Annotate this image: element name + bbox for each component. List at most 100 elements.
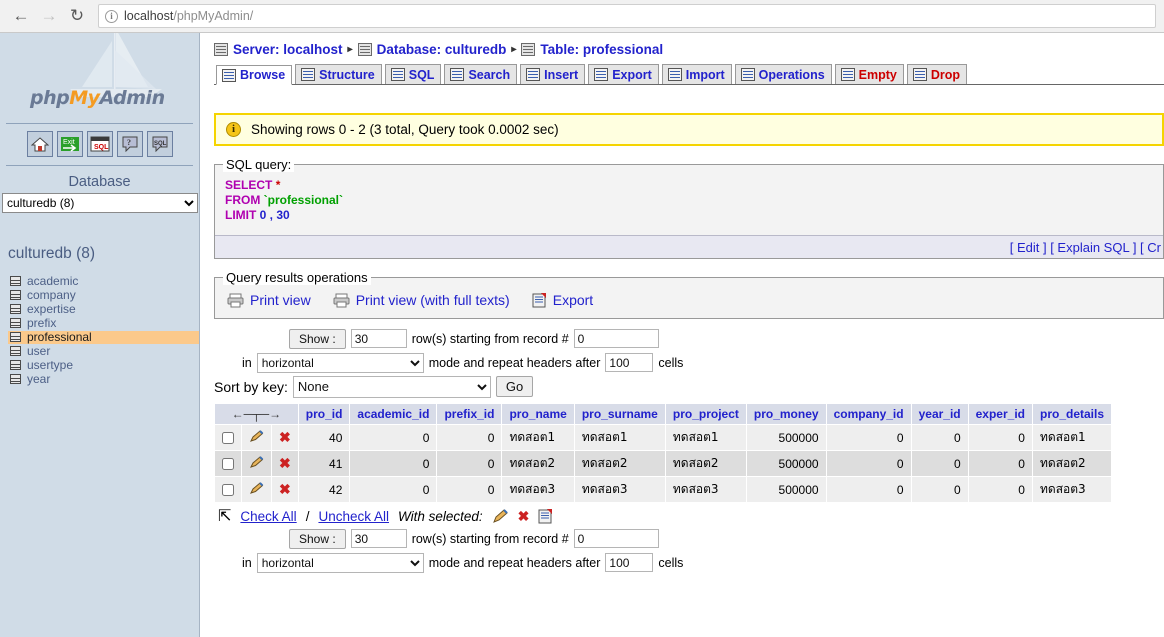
column-header-company_id[interactable]: company_id xyxy=(825,403,912,425)
docs-icon[interactable]: ? xyxy=(116,131,143,157)
mode-label-top: mode and repeat headers after xyxy=(428,355,601,370)
back-arrow-icon[interactable]: ← xyxy=(8,3,34,29)
cell-exper_id: 0 xyxy=(967,450,1033,477)
pencil-icon[interactable] xyxy=(249,429,264,443)
tab-empty[interactable]: Empty xyxy=(834,64,904,84)
sidebar-table-company[interactable]: company xyxy=(8,288,199,302)
tab-drop[interactable]: Drop xyxy=(906,64,968,84)
info-icon: i xyxy=(226,122,241,137)
sidebar-table-academic[interactable]: academic xyxy=(8,274,199,288)
print-view-full-texts-link[interactable]: Print view (with full texts) xyxy=(333,292,510,308)
tab-label: Export xyxy=(612,67,652,82)
tab-import[interactable]: Import xyxy=(661,64,732,84)
cell-prefix_id: 0 xyxy=(436,424,503,451)
sidebar-table-professional[interactable]: professional xyxy=(8,330,199,344)
export-label: Export xyxy=(552,292,594,308)
row-edit-cell[interactable] xyxy=(241,424,272,451)
results-table-head: ←─┬─→ pro_id academic_id prefix_id pro_name p… xyxy=(214,403,1113,425)
address-bar[interactable]: i localhost/phpMyAdmin/ xyxy=(98,4,1156,28)
cell-pro_surname: ทดสอต2 xyxy=(573,450,666,477)
with-selected-label: With selected: xyxy=(398,509,483,524)
delete-x-icon[interactable]: ✖ xyxy=(279,455,291,471)
headers-input-top[interactable] xyxy=(605,353,654,372)
database-select[interactable]: culturedb (8) xyxy=(2,193,198,213)
tab-structure[interactable]: Structure xyxy=(295,64,382,84)
row-checkbox-cell[interactable] xyxy=(214,424,242,451)
row-delete-cell[interactable]: ✖ xyxy=(271,450,299,477)
delete-x-icon[interactable]: ✖ xyxy=(518,508,530,525)
row-checkbox[interactable] xyxy=(222,458,234,471)
tab-operations[interactable]: Operations xyxy=(734,64,832,84)
mode-select-bottom[interactable]: horizontal xyxy=(256,552,424,573)
sidebar-table-usertype[interactable]: usertype xyxy=(8,358,199,372)
mode-line-top: in horizontal mode and repeat headers af… xyxy=(214,352,1164,373)
tab-browse[interactable]: Browse xyxy=(216,65,293,85)
row-edit-cell[interactable] xyxy=(241,476,272,503)
row-edit-cell[interactable] xyxy=(241,450,272,477)
row-delete-cell[interactable]: ✖ xyxy=(271,476,299,503)
sql-query-legend: SQL query: xyxy=(223,157,295,172)
sidebar-table-prefix[interactable]: prefix xyxy=(8,316,199,330)
column-header-pro_project[interactable]: pro_project xyxy=(664,403,747,425)
column-header-academic_id[interactable]: academic_id xyxy=(349,403,438,425)
delete-x-icon[interactable]: ✖ xyxy=(279,481,291,497)
show-button-bottom[interactable]: Show : xyxy=(289,528,346,549)
delete-x-icon[interactable]: ✖ xyxy=(279,429,291,445)
arrow-up-icon: ⇱ xyxy=(218,507,232,525)
check-all-link[interactable]: Check All xyxy=(240,509,296,524)
rows-input-bottom[interactable] xyxy=(350,529,407,548)
exit-icon[interactable]: Exit xyxy=(56,131,83,157)
tab-export[interactable]: Export xyxy=(588,64,659,84)
sidebar-table-expertise[interactable]: expertise xyxy=(8,302,199,316)
sql-icon[interactable]: SQL xyxy=(86,131,113,157)
rows-input-top[interactable] xyxy=(350,329,407,348)
table-row: ✖ 42 0 0 ทดสอต3 ทดสอต3 ทดสอต3 500000 0 0 0 ทดสอต3 xyxy=(214,476,1113,503)
printer-icon xyxy=(227,293,244,307)
show-button-top[interactable]: Show : xyxy=(289,328,346,349)
sidebar-table-year[interactable]: year xyxy=(8,372,199,386)
column-header-pro_id[interactable]: pro_id xyxy=(297,403,351,425)
sql-icon xyxy=(390,68,405,81)
record-input-top[interactable] xyxy=(573,329,659,348)
pencil-icon[interactable] xyxy=(249,455,264,469)
reload-icon[interactable]: ↻ xyxy=(64,3,90,29)
row-checkbox[interactable] xyxy=(222,432,234,445)
table-row: ✖ 41 0 0 ทดสอต2 ทดสอต2 ทดสอต2 500000 0 0 0 ทดสอต2 xyxy=(214,450,1113,477)
pencil-icon[interactable] xyxy=(249,481,264,495)
pencil-icon[interactable] xyxy=(492,509,509,524)
export-icon xyxy=(594,68,609,81)
breadcrumb-server[interactable]: Server: localhost xyxy=(214,42,343,57)
row-checkbox-cell[interactable] xyxy=(214,476,242,503)
breadcrumb-database[interactable]: Database: culturedb xyxy=(357,42,506,57)
table-icon xyxy=(10,360,21,371)
row-delete-cell[interactable]: ✖ xyxy=(271,424,299,451)
go-button[interactable]: Go xyxy=(495,376,534,397)
column-header-exper_id[interactable]: exper_id xyxy=(967,403,1033,425)
home-icon[interactable] xyxy=(26,131,53,157)
column-header-pro_money[interactable]: pro_money xyxy=(745,403,827,425)
sql-action-links[interactable]: [ Edit ] [ Explain SQL ] [ Cr xyxy=(215,235,1163,258)
sql-help-icon[interactable]: SQL xyxy=(146,131,173,157)
column-header-pro_surname[interactable]: pro_surname xyxy=(573,403,666,425)
tab-sql[interactable]: SQL xyxy=(384,64,442,84)
tab-search[interactable]: Search xyxy=(444,64,518,84)
mode-select-top[interactable]: horizontal xyxy=(256,352,424,373)
row-checkbox-cell[interactable] xyxy=(214,450,242,477)
export-link[interactable]: Export xyxy=(532,292,593,308)
column-header-pro_name[interactable]: pro_name xyxy=(501,403,575,425)
tab-insert[interactable]: Insert xyxy=(520,64,586,84)
column-header-prefix_id[interactable]: prefix_id xyxy=(436,403,503,425)
export-icon[interactable] xyxy=(538,509,553,524)
column-header-pro_details[interactable]: pro_details xyxy=(1031,403,1113,425)
uncheck-all-link[interactable]: Uncheck All xyxy=(318,509,389,524)
results-table-body: ✖ 40 0 0 ทดสอต1 ทดสอต1 ทดสอต1 500000 0 0 0 ทดสอต1 ✖ 4… xyxy=(214,424,1113,503)
print-view-link[interactable]: Print view xyxy=(227,292,311,308)
breadcrumb-table[interactable]: Table: professional xyxy=(521,42,663,57)
record-input-bottom[interactable] xyxy=(573,529,659,548)
sort-select[interactable]: None xyxy=(292,375,491,398)
column-header-year_id[interactable]: year_id xyxy=(910,403,969,425)
sidebar-table-user[interactable]: user xyxy=(8,344,199,358)
headers-input-bottom[interactable] xyxy=(605,553,654,572)
database-heading: Database xyxy=(68,174,131,190)
row-checkbox[interactable] xyxy=(222,484,234,497)
